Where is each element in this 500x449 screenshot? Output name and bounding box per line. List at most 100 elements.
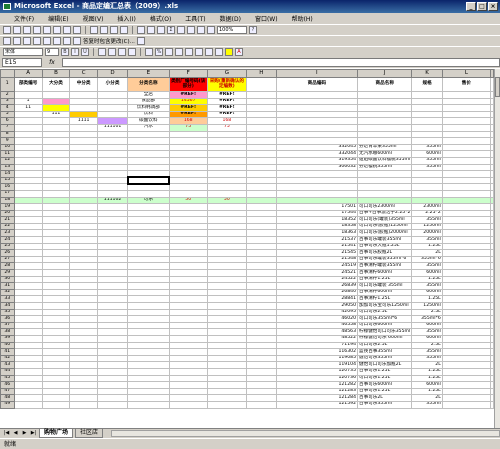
cell[interactable] [168,348,208,356]
cell[interactable] [441,143,492,152]
row-header[interactable]: 33 [0,295,15,303]
column-header[interactable]: J [356,69,413,78]
row-header[interactable]: 1 [0,77,15,92]
cell[interactable] [41,341,71,350]
cell[interactable] [411,104,443,112]
cell[interactable] [96,143,129,152]
open-folder-icon[interactable] [13,26,21,34]
currency-icon[interactable] [145,48,153,56]
cell[interactable] [245,176,277,185]
worksheet-grid[interactable]: A B C D E F G H I J K L 1 部类编号 大分类 中分类 小分类 分类名称 类别厂编号码(该部分… [0,69,494,428]
cell[interactable] [69,189,98,198]
cell[interactable] [96,183,129,191]
cell[interactable] [41,269,71,277]
cell[interactable]: 121284 [275,394,359,402]
cell[interactable] [206,282,247,290]
percent-icon[interactable]: % [155,48,163,56]
cell[interactable] [69,394,98,402]
cell[interactable]: 百事可乐600ml [356,381,413,389]
cell[interactable] [441,387,492,396]
comment-icon[interactable] [33,37,41,45]
cell[interactable] [41,275,71,284]
cell[interactable] [245,209,277,218]
cell[interactable]: 1.25L [411,242,443,251]
cell[interactable] [168,275,208,284]
row-header[interactable]: 36 [0,315,15,323]
cell[interactable] [69,302,98,310]
cell[interactable] [69,321,98,330]
cell[interactable] [168,229,208,238]
cell[interactable] [411,123,443,132]
cell[interactable]: 饮料 [127,110,170,119]
column-header[interactable]: H [245,69,277,78]
cell[interactable] [13,130,43,139]
cell[interactable] [245,348,277,356]
column-header[interactable]: F [168,69,208,78]
hyperlink-icon[interactable] [157,26,165,34]
column-header[interactable]: L [441,69,492,78]
bold-icon[interactable]: B [61,48,69,56]
cell[interactable] [69,196,98,205]
cell[interactable] [168,236,208,244]
maximize-button[interactable]: □ [477,2,487,11]
cell[interactable] [96,97,129,106]
cell[interactable] [69,91,98,99]
cell[interactable] [441,170,492,178]
cell[interactable]: 355ml [411,262,443,271]
cell[interactable] [356,104,413,112]
cell[interactable] [206,203,247,211]
cell[interactable] [275,110,359,119]
cell[interactable]: 百事可乐2L [356,394,413,402]
cell[interactable] [127,143,170,152]
cell[interactable]: 168 [206,117,247,125]
row-header[interactable]: 17 [0,189,15,198]
cell[interactable] [41,295,71,303]
cell[interactable] [275,123,359,132]
row-header[interactable]: 14 [0,170,15,178]
cell[interactable] [441,361,492,369]
cell[interactable]: 17501 [275,203,359,211]
row-header[interactable]: 13 [0,163,15,172]
row-header[interactable]: 16 [0,183,15,191]
undo-icon[interactable] [137,26,145,34]
cell[interactable] [441,302,492,310]
row-header[interactable]: 41 [0,348,15,356]
cell[interactable] [168,282,208,290]
cell[interactable] [96,321,129,330]
end-review-icon[interactable] [136,37,145,45]
cell[interactable] [206,137,247,145]
cell[interactable] [127,222,170,231]
font-size-select[interactable]: 9 [45,48,59,56]
print-preview-icon[interactable] [63,26,71,34]
cell[interactable] [356,170,413,178]
align-left-icon[interactable] [98,48,106,56]
cell[interactable] [441,123,492,132]
cell[interactable] [69,209,98,218]
select-all-corner[interactable] [0,69,15,78]
permission-icon[interactable] [33,26,41,34]
cell[interactable]: 售价 [441,77,492,92]
cell[interactable] [245,387,277,396]
cell[interactable]: 355ml [411,400,443,409]
cell[interactable]: 29050 [275,302,359,310]
row-header[interactable]: 10 [0,143,15,152]
cell[interactable] [41,104,71,112]
cell[interactable] [206,170,247,178]
cell[interactable] [13,216,43,224]
cell[interactable] [127,308,170,317]
cell[interactable]: 2000ml [411,229,443,238]
italic-icon[interactable]: I [71,48,79,56]
cell[interactable]: 规格 [411,77,443,92]
cell[interactable]: 21548 [275,255,359,264]
cell[interactable]: 71194 [275,341,359,350]
row-header[interactable]: 4 [0,104,15,112]
cell[interactable] [245,123,277,132]
cell[interactable] [206,163,247,172]
cell[interactable] [275,97,359,106]
cell[interactable] [127,150,170,158]
cell[interactable] [41,137,71,145]
row-header[interactable]: 45 [0,374,15,383]
cell[interactable] [441,374,492,383]
cell[interactable] [206,262,247,271]
cell[interactable]: 1 [13,97,43,106]
